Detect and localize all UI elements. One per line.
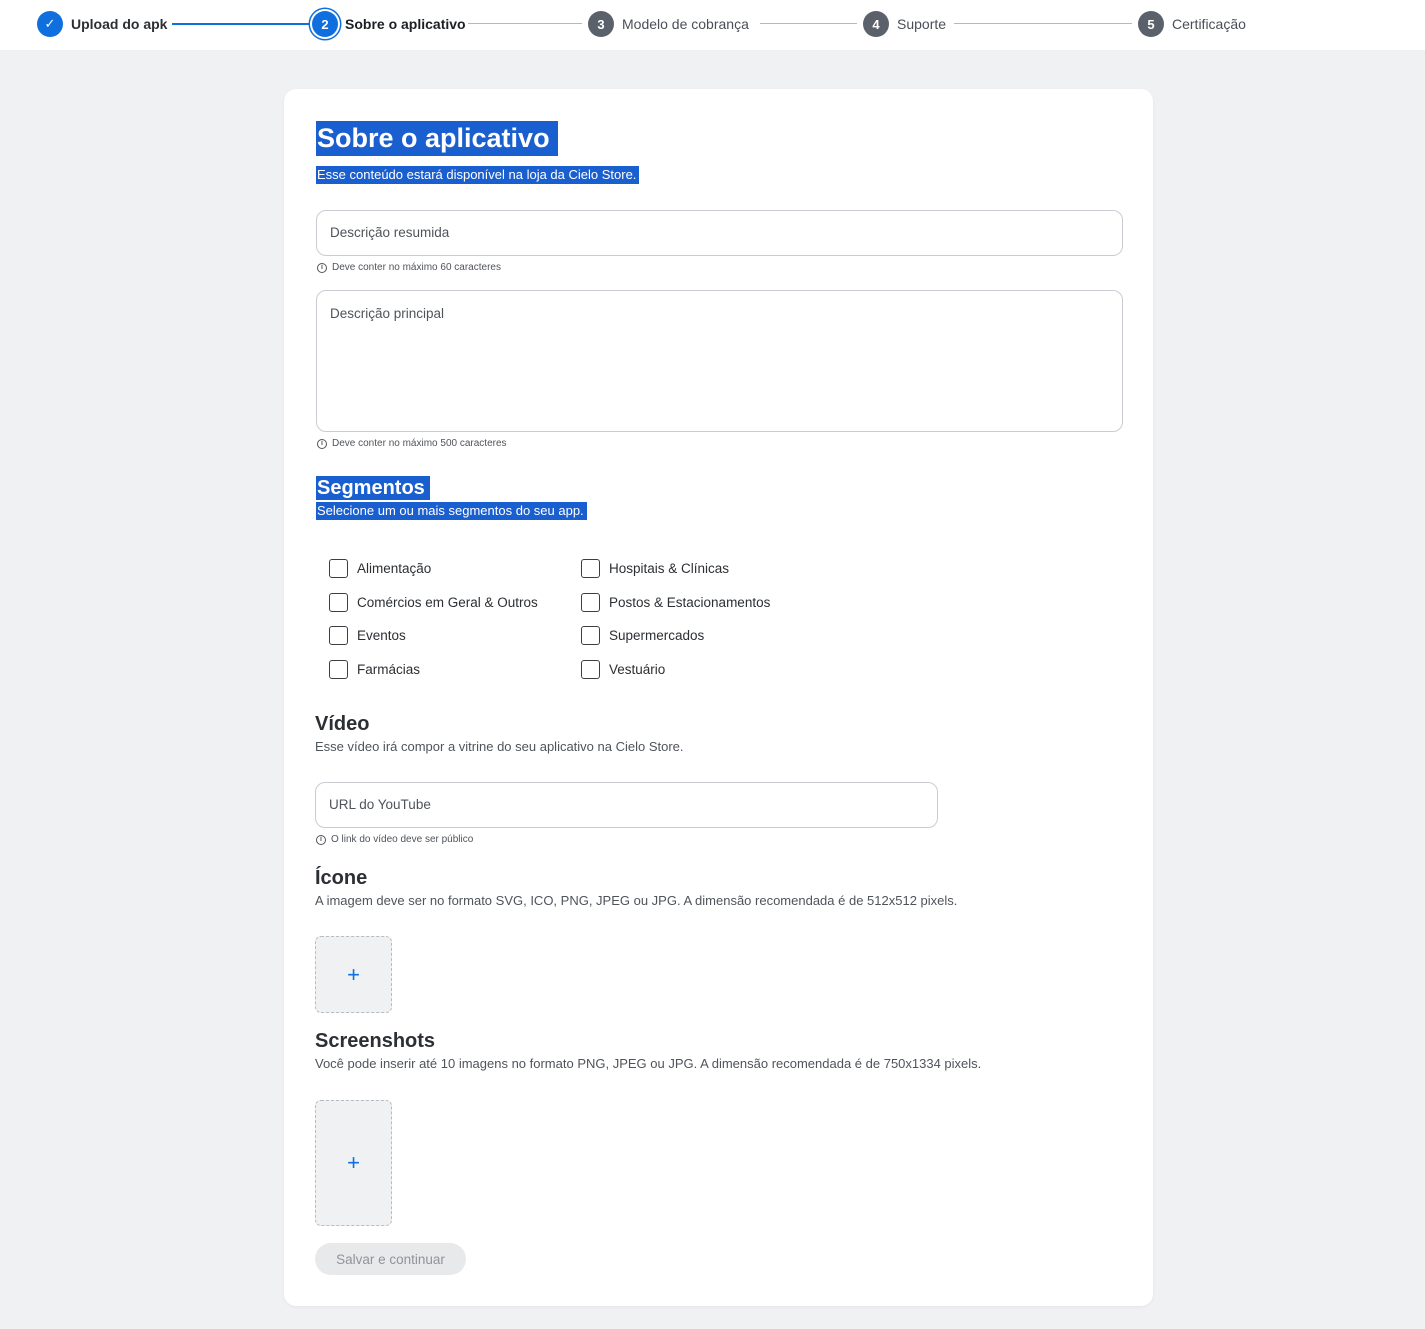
checkbox[interactable] bbox=[329, 593, 348, 612]
segment-checkbox-hospitais[interactable]: Hospitais & Clínicas bbox=[581, 559, 729, 578]
form-card: Sobre o aplicativo Esse conteúdo estará … bbox=[284, 89, 1153, 1306]
video-title: Vídeo bbox=[315, 713, 370, 735]
hint-text: Deve conter no máximo 500 caracteres bbox=[332, 438, 507, 449]
step-number: 4 bbox=[863, 11, 889, 37]
segments-title: Segmentos bbox=[316, 476, 430, 500]
screenshots-subtitle: Você pode inserir até 10 imagens no form… bbox=[315, 1056, 982, 1071]
checkbox[interactable] bbox=[329, 559, 348, 578]
step-number: 5 bbox=[1138, 11, 1164, 37]
youtube-url-field[interactable]: URL do YouTube bbox=[315, 782, 938, 828]
info-icon: i bbox=[317, 438, 327, 449]
step-label: Certificação bbox=[1172, 16, 1246, 32]
plus-icon: + bbox=[347, 961, 360, 987]
step-connector bbox=[468, 23, 582, 24]
step-label: Sobre o aplicativo bbox=[345, 16, 466, 32]
checkbox[interactable] bbox=[581, 559, 600, 578]
checkbox[interactable] bbox=[581, 626, 600, 645]
screenshots-title: Screenshots bbox=[315, 1030, 436, 1052]
checkbox-label: Comércios em Geral & Outros bbox=[357, 595, 538, 610]
checkbox[interactable] bbox=[581, 593, 600, 612]
step-connector bbox=[760, 23, 857, 24]
main-description-placeholder: Descrição principal bbox=[330, 306, 445, 321]
short-description-hint: i Deve conter no máximo 60 caracteres bbox=[317, 262, 501, 273]
step-suporte[interactable]: 4 Suporte bbox=[863, 11, 946, 37]
step-modelo-cobranca[interactable]: 3 Modelo de cobrança bbox=[588, 11, 749, 37]
page-subtitle: Esse conteúdo estará disponível na loja … bbox=[316, 166, 640, 184]
step-label: Suporte bbox=[897, 16, 947, 32]
step-label: Upload do apk bbox=[71, 16, 168, 32]
main-description-field[interactable]: Descrição principal bbox=[316, 290, 1123, 432]
checkbox[interactable] bbox=[581, 660, 600, 679]
page-title: Sobre o aplicativo bbox=[316, 121, 558, 156]
segment-checkbox-supermercados[interactable]: Supermercados bbox=[581, 626, 704, 645]
step-connector bbox=[172, 22, 309, 25]
short-description-placeholder: Descrição resumida bbox=[330, 225, 450, 240]
step-sobre-aplicativo[interactable]: 2 Sobre o aplicativo bbox=[312, 11, 466, 37]
checkbox-label: Supermercados bbox=[609, 628, 705, 643]
hint-text: O link do vídeo deve ser público bbox=[331, 834, 474, 845]
segment-checkbox-farmacias[interactable]: Farmácias bbox=[329, 660, 420, 679]
info-icon: i bbox=[316, 834, 326, 845]
checkbox-label: Farmácias bbox=[357, 662, 421, 677]
video-hint: i O link do vídeo deve ser público bbox=[316, 834, 473, 845]
segment-checkbox-postos[interactable]: Postos & Estacionamentos bbox=[581, 593, 770, 612]
hint-text: Deve conter no máximo 60 caracteres bbox=[332, 262, 501, 273]
stepper: ✓ Upload do apk 2 Sobre o aplicativo 3 M… bbox=[0, 0, 1425, 50]
step-label: Modelo de cobrança bbox=[622, 16, 749, 32]
youtube-url-placeholder: URL do YouTube bbox=[329, 797, 431, 812]
checkbox-label: Eventos bbox=[357, 628, 406, 643]
step-number: 2 bbox=[312, 11, 338, 37]
step-connector bbox=[954, 23, 1132, 24]
segment-checkbox-alimentacao[interactable]: Alimentação bbox=[329, 559, 431, 578]
icon-upload-button[interactable]: + bbox=[315, 936, 392, 1013]
segment-checkbox-comercios[interactable]: Comércios em Geral & Outros bbox=[329, 593, 538, 612]
plus-icon: + bbox=[347, 1150, 360, 1175]
step-number: 3 bbox=[588, 11, 614, 37]
check-icon: ✓ bbox=[37, 11, 63, 37]
step-upload-apk[interactable]: ✓ Upload do apk bbox=[37, 11, 167, 37]
checkbox-label: Alimentação bbox=[357, 561, 432, 576]
screenshot-upload-button[interactable]: + bbox=[315, 1100, 392, 1226]
icon-title: Ícone bbox=[315, 867, 368, 889]
icon-subtitle: A imagem deve ser no formato SVG, ICO, P… bbox=[315, 893, 958, 908]
short-description-field[interactable]: Descrição resumida bbox=[316, 210, 1123, 256]
checkbox[interactable] bbox=[329, 660, 348, 679]
segments-subtitle: Selecione um ou mais segmentos do seu ap… bbox=[316, 502, 587, 520]
info-icon: i bbox=[317, 262, 327, 273]
checkbox-label: Vestuário bbox=[609, 662, 666, 677]
video-subtitle: Esse vídeo irá compor a vitrine do seu a… bbox=[315, 739, 684, 754]
checkbox-label: Hospitais & Clínicas bbox=[609, 561, 730, 576]
main-description-hint: i Deve conter no máximo 500 caracteres bbox=[317, 438, 507, 449]
save-continue-button[interactable]: Salvar e continuar bbox=[315, 1243, 466, 1275]
segment-checkbox-eventos[interactable]: Eventos bbox=[329, 626, 406, 645]
checkbox-label: Postos & Estacionamentos bbox=[609, 595, 771, 610]
segment-checkbox-vestuario[interactable]: Vestuário bbox=[581, 660, 665, 679]
checkbox[interactable] bbox=[329, 626, 348, 645]
step-certificacao[interactable]: 5 Certificação bbox=[1138, 11, 1246, 37]
